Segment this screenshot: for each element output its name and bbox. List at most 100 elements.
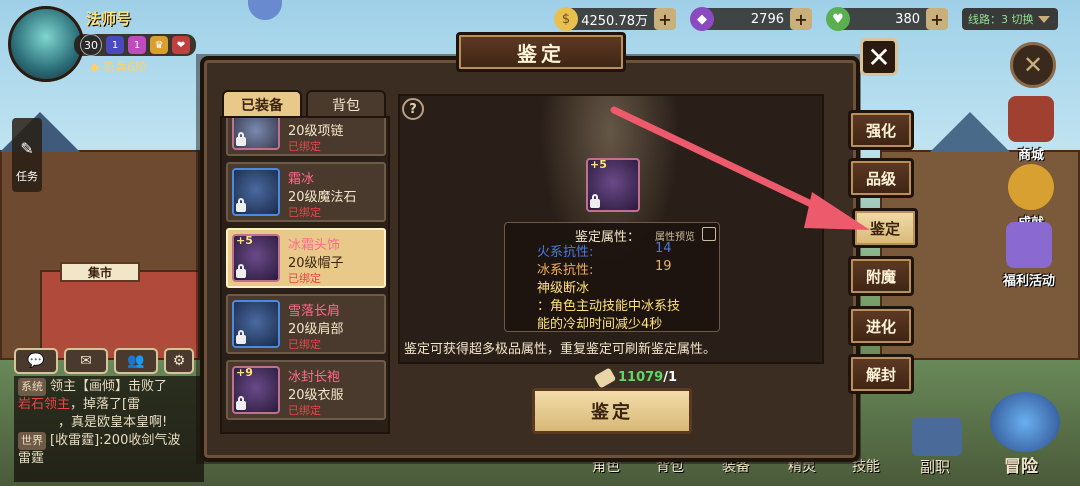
- chat-line: ，真是欧皇本皇啊!: [58, 415, 168, 430]
- gold-value: 4250.78万: [581, 13, 648, 29]
- close-icon[interactable]: ✕: [860, 38, 898, 76]
- identify-description: 鉴定可获得超多极品属性，重复鉴定可刷新鉴定属性。: [404, 342, 717, 357]
- cost-need: /1: [663, 370, 678, 385]
- skill-desc: ：角色主动技能中冰系技: [537, 299, 681, 314]
- item-bound: 已绑定: [288, 206, 321, 219]
- lock-icon: [236, 264, 246, 278]
- player-badges: 30 1 1 ♛ ❤: [74, 34, 196, 56]
- nav-subjob[interactable]: 副职: [920, 456, 950, 477]
- gift-box-icon: [1006, 222, 1052, 268]
- item-type: 20级衣服: [288, 388, 344, 403]
- scroll-icon: [593, 366, 617, 389]
- list-item-selected[interactable]: +5 冰霜头饰 20级帽子 已绑定: [226, 228, 386, 288]
- chat-line: 雷霆: [18, 451, 45, 466]
- welfare-button[interactable]: 福利活动: [998, 222, 1060, 289]
- magic-stone-icon: [232, 168, 280, 216]
- player-avatar[interactable]: [8, 6, 84, 82]
- heart-crest-icon[interactable]: ❤: [172, 36, 190, 54]
- chat-highlight: 岩石领主: [18, 397, 71, 412]
- attr-label: 冰系抗性:: [537, 263, 594, 278]
- gold-counter: $ 4250.78万 +: [554, 7, 676, 31]
- list-item[interactable]: 雪落长肩 20级肩部 已绑定: [226, 294, 386, 354]
- stamina-counter: ♥ 380 +: [826, 7, 948, 31]
- tab-equipped[interactable]: 已装备: [222, 90, 302, 118]
- chat-log[interactable]: 系统 领主【画倾】击败了 岩石领主，掉落了[雷 ，真是欧皇本皇啊! 世界 [收雷霆]…: [14, 376, 204, 482]
- chat-line: 系统 领主【画倾】击败了: [18, 378, 200, 396]
- shop-label: 商城: [1017, 148, 1044, 163]
- equipment-list[interactable]: 雪花 20级项链 已绑定 霜冰 20级魔法石 已绑定 +5 冰霜头饰 20级帽子…: [220, 116, 390, 434]
- item-name: 霜冰: [288, 172, 315, 187]
- help-icon[interactable]: ?: [402, 98, 424, 120]
- item-name: 冰霜头饰: [288, 238, 341, 253]
- tab-evolve[interactable]: 进化: [848, 306, 914, 346]
- list-item[interactable]: +9 冰封长袍 20级衣服 已绑定: [226, 360, 386, 420]
- necklace-icon: [232, 118, 280, 150]
- honor-badge[interactable]: 1: [128, 36, 146, 54]
- gem-value: 2796: [750, 11, 784, 27]
- vip-badge[interactable]: 1: [106, 36, 124, 54]
- subjob-book-icon: [912, 418, 962, 456]
- chat-line: 岩石领主，掉落了[雷: [18, 396, 200, 414]
- line-switch-label: 线路：3 切换: [968, 13, 1034, 26]
- achievement-button[interactable]: 成就: [1000, 164, 1062, 231]
- tab-bag[interactable]: 背包: [306, 90, 386, 118]
- quill-icon: ✎: [20, 139, 34, 158]
- item-type: 20级肩部: [288, 322, 344, 337]
- player-name: 法师号: [86, 10, 132, 28]
- chat-text: 领主【画倾】击败了: [50, 379, 168, 394]
- item-type: 20级魔法石: [288, 190, 357, 205]
- lock-icon: [590, 194, 600, 208]
- add-stamina-button[interactable]: +: [926, 8, 948, 30]
- attr-row: 火系抗性: 14: [537, 241, 672, 260]
- shop-button[interactable]: 商城: [1000, 96, 1062, 163]
- skill-desc: 能的冷却时间减少4秒: [537, 317, 663, 332]
- shop-tent-icon: [1008, 96, 1054, 142]
- tab-enchant[interactable]: 附魔: [848, 256, 914, 296]
- chat-text: ，掉落了[雷: [70, 397, 141, 412]
- robe-icon: +9: [232, 366, 280, 414]
- trophy-icon: [1008, 164, 1054, 210]
- item-name: 冰封长袍: [288, 370, 341, 385]
- identify-button[interactable]: 鉴定: [532, 388, 692, 434]
- item-bound: 已绑定: [288, 272, 321, 285]
- add-gold-button[interactable]: +: [654, 8, 676, 30]
- gem-counter: ◆ 2796 +: [690, 7, 812, 31]
- list-item[interactable]: 雪花 20级项链 已绑定: [226, 118, 386, 156]
- task-tab[interactable]: ✎ 任务: [12, 118, 42, 192]
- collapse-menu-icon[interactable]: ✕: [1010, 42, 1056, 88]
- mail-icon[interactable]: ✉: [64, 348, 108, 374]
- add-gem-button[interactable]: +: [790, 8, 812, 30]
- compass-icon[interactable]: [248, 0, 282, 20]
- item-name: 雪落长肩: [288, 304, 341, 319]
- level-badge: 30: [80, 34, 102, 56]
- lock-icon: [236, 396, 246, 410]
- crown-icon[interactable]: ♛: [150, 36, 168, 54]
- player-rank: ◆ 新兵6阶: [90, 58, 147, 75]
- market-sign[interactable]: 集市: [60, 262, 140, 282]
- lock-icon: [236, 198, 246, 212]
- lock-icon: [236, 132, 246, 146]
- chat-line: 世界 [收雷霆]:200收剑气波: [18, 432, 200, 450]
- cost-have: 11079: [618, 370, 664, 385]
- hat-icon: +5: [232, 234, 280, 282]
- pointer-arrow-icon: [610, 106, 870, 230]
- shoulder-icon: [232, 300, 280, 348]
- line-switch-button[interactable]: 线路：3 切换: [962, 8, 1058, 30]
- item-bound: 已绑定: [288, 404, 321, 417]
- background-roof-right: [930, 112, 1010, 152]
- tab-unseal[interactable]: 解封: [848, 354, 914, 394]
- chat-channel-tag: 世界: [18, 432, 46, 450]
- task-label: 任务: [16, 170, 38, 183]
- item-bound: 已绑定: [288, 140, 321, 153]
- friends-icon[interactable]: 👥: [114, 348, 158, 374]
- list-item[interactable]: 霜冰 20级魔法石 已绑定: [226, 162, 386, 222]
- lock-icon: [236, 330, 246, 344]
- item-type: 20级项链: [288, 124, 344, 139]
- item-type: 20级帽子: [288, 256, 344, 271]
- background-market-building: [40, 270, 200, 360]
- nav-adventure[interactable]: 冒险: [1004, 452, 1038, 477]
- attr-label: 火系抗性:: [537, 245, 594, 260]
- chat-bubble-icon[interactable]: 💬: [14, 348, 58, 374]
- item-bound: 已绑定: [288, 338, 321, 351]
- settings-gear-icon[interactable]: ⚙: [164, 348, 194, 374]
